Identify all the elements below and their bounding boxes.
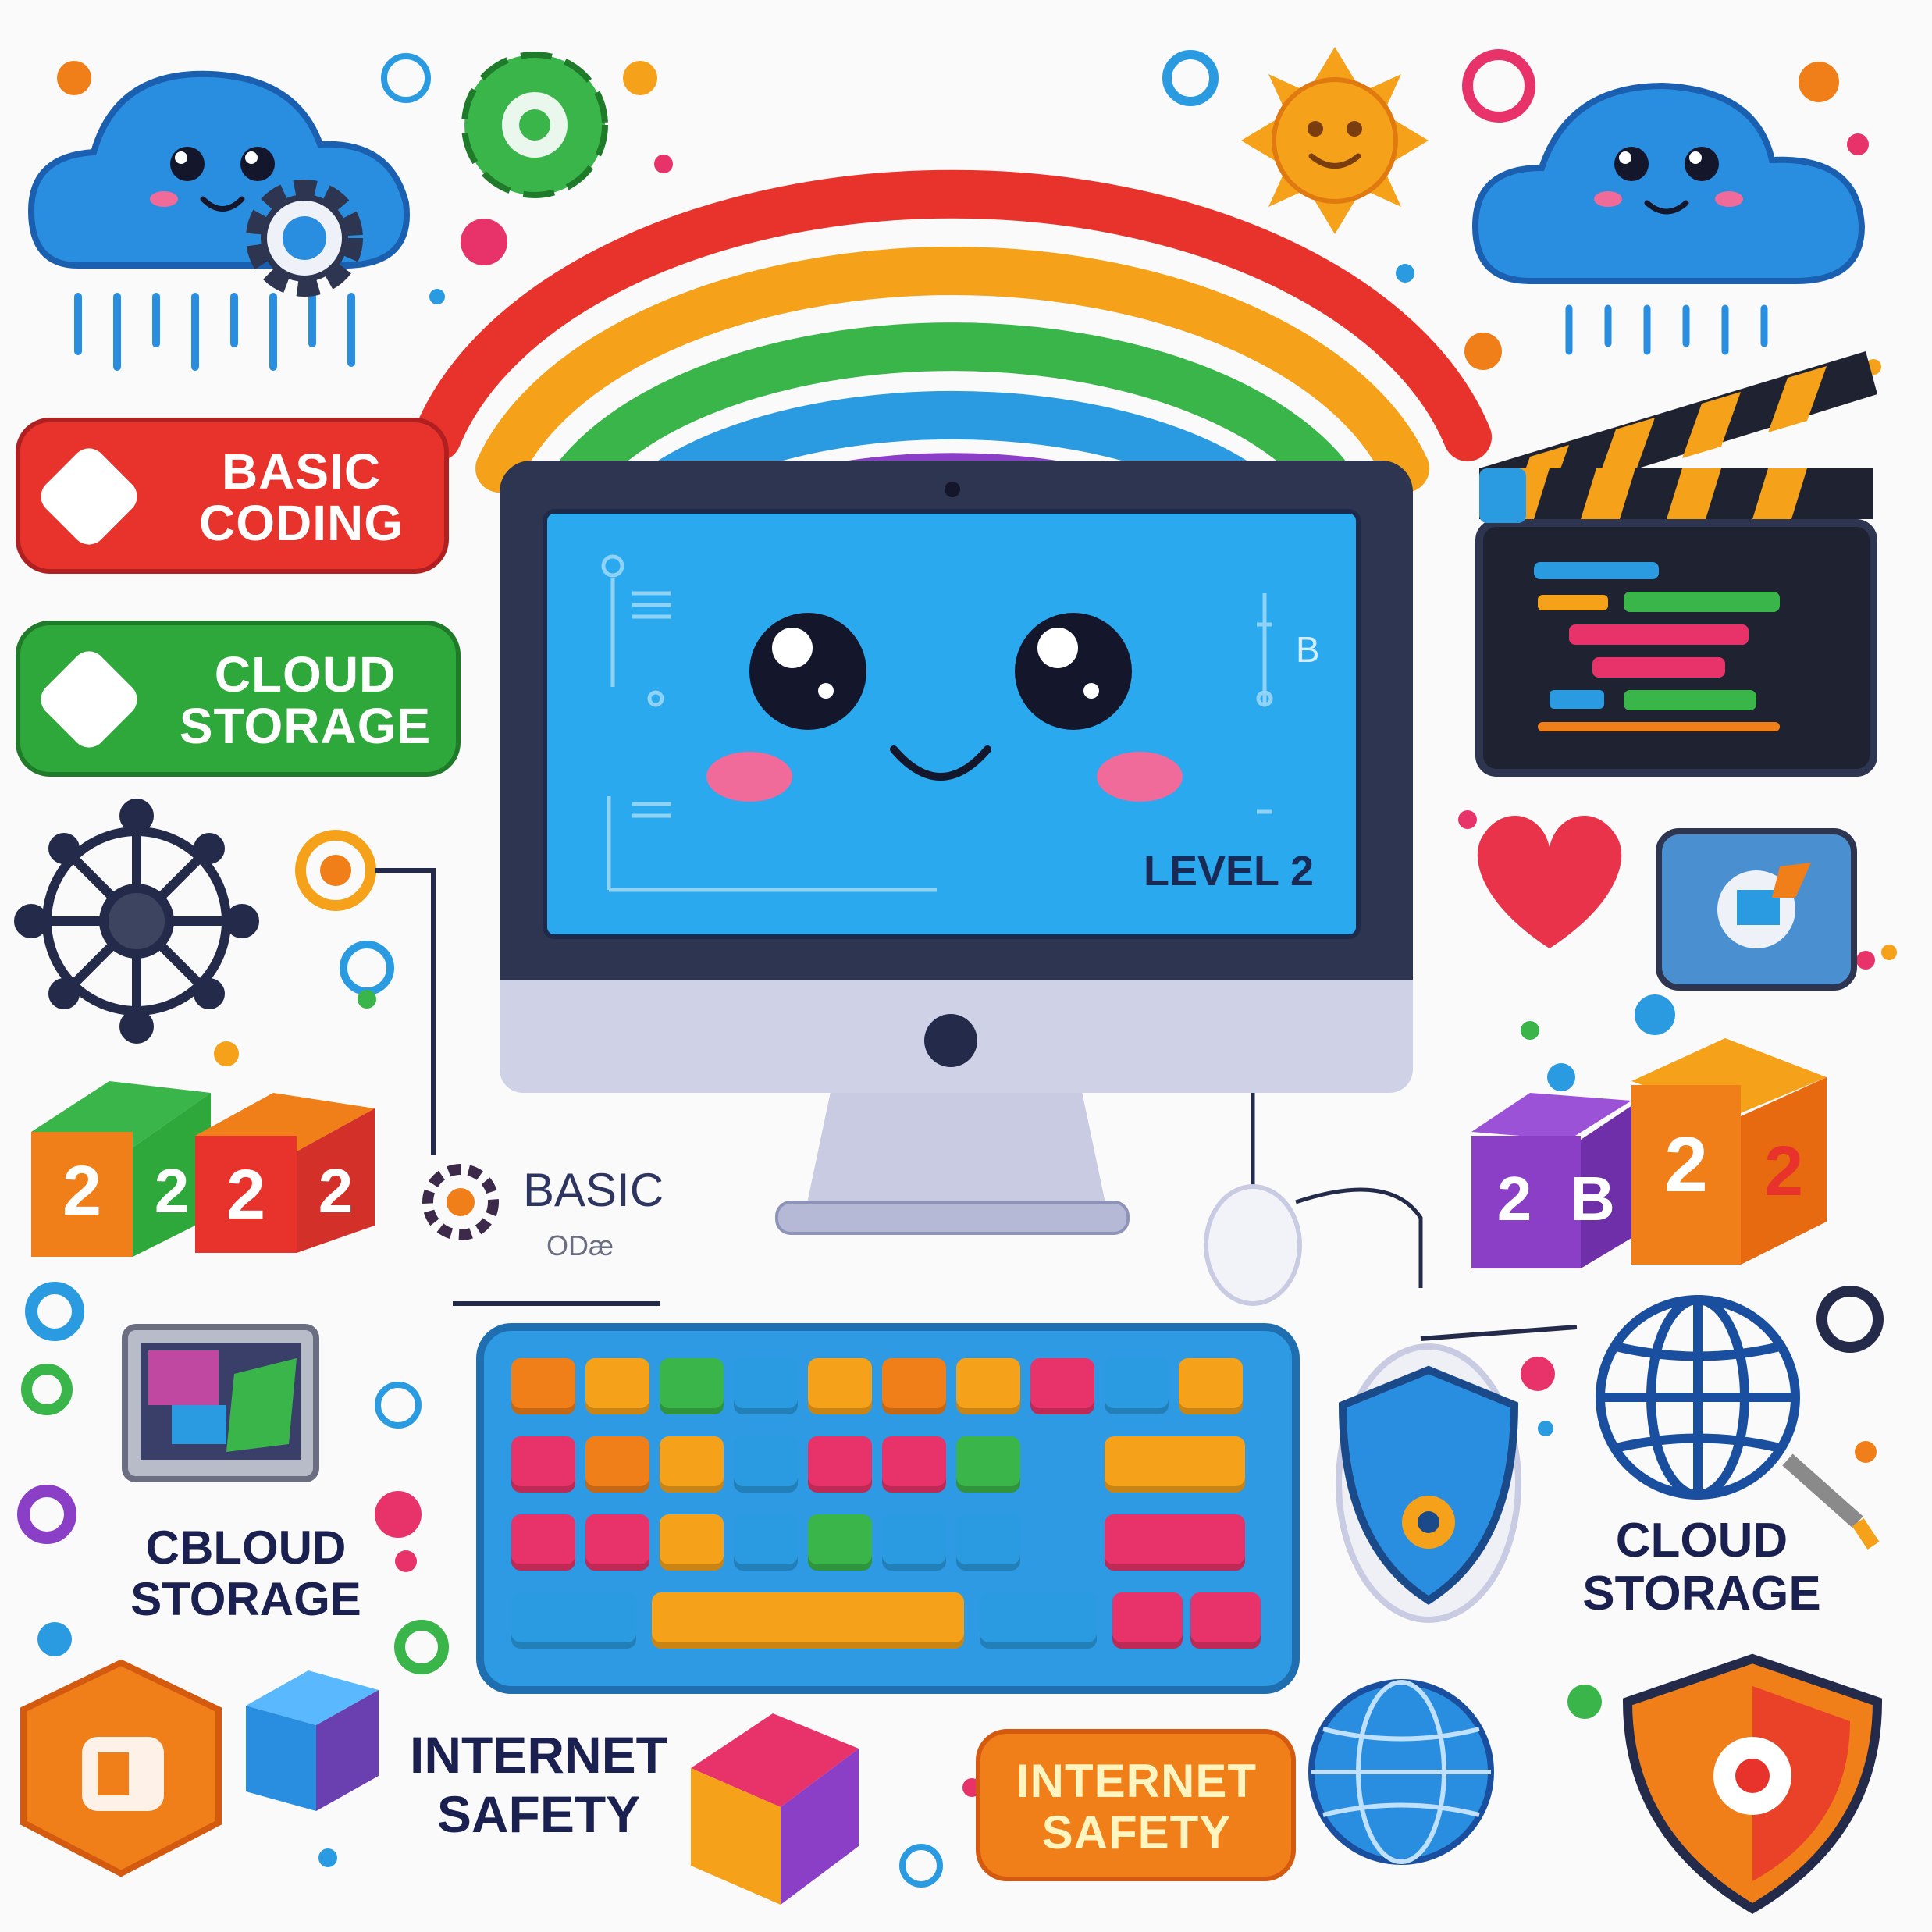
keyboard-key[interactable] (1105, 1436, 1245, 1493)
keyboard-key[interactable] (956, 1514, 1020, 1571)
cube-digit-left-2: 2 (154, 1156, 190, 1226)
keyboard-key[interactable] (660, 1514, 724, 1571)
keyboard-key[interactable] (511, 1592, 636, 1649)
shield-icon (1622, 1653, 1883, 1914)
keyboard-key[interactable] (808, 1514, 872, 1571)
keyboard-key[interactable] (1112, 1592, 1183, 1649)
globe-bottom-icon (1308, 1679, 1494, 1865)
cube-digit-left-3: 2 (226, 1156, 266, 1234)
keyboard-key[interactable] (660, 1436, 724, 1493)
keyboard-key[interactable] (734, 1514, 798, 1571)
heart-icon (1477, 815, 1622, 948)
keyboard-key[interactable] (585, 1514, 649, 1571)
keyboard-key[interactable] (585, 1436, 649, 1493)
keyboard-key[interactable] (956, 1358, 1020, 1414)
keyboard-key[interactable] (1030, 1358, 1094, 1414)
keyboard-key[interactable] (511, 1358, 575, 1414)
color-cube-icon (691, 1713, 859, 1905)
keyboard-key[interactable] (734, 1436, 798, 1493)
keyboard-keys (511, 1358, 1265, 1663)
basic-coding-button[interactable]: BASIC CODING (16, 418, 449, 574)
hex-shield-icon (20, 1659, 222, 1877)
keyboard-key[interactable] (585, 1358, 649, 1414)
tablet-icon (122, 1324, 319, 1482)
clapperboard-icon (1475, 351, 1877, 777)
odae-label: ODæ (546, 1229, 614, 1261)
cloud-mascot-right-icon (1471, 82, 1866, 355)
green-gear-icon (461, 52, 608, 198)
cube-digit-left-1: 2 (62, 1152, 102, 1230)
sun-mascot-icon (1241, 47, 1429, 234)
cbloud-storage-label: CBLOUD STORAGE (130, 1521, 361, 1625)
keyboard-key[interactable] (882, 1514, 946, 1571)
cloud-storage-button[interactable]: CLOUD STORAGE (16, 621, 461, 777)
cube-digit-right-1: 2 (1496, 1164, 1532, 1233)
cloud-storage-label: CLOUD STORAGE (179, 646, 432, 754)
cube-digit-right-3: 2 (1664, 1121, 1708, 1208)
puzzle-diamond-icon (34, 644, 144, 755)
cube-digit-right-4: 2 (1763, 1133, 1804, 1211)
keyboard-key[interactable] (808, 1436, 872, 1493)
basic-coding-label: BASIC CODING (199, 443, 404, 551)
internet-safety-left-label: INTERNET SAFETY (410, 1726, 667, 1843)
illustration-canvas: BASIC CODING CLOUD STORAGE INTERNET SAFE… (0, 0, 1932, 1932)
cube-digit-left-4: 2 (318, 1156, 354, 1226)
keyboard-key[interactable] (808, 1358, 872, 1414)
gear-icon (246, 180, 363, 297)
keyboard-key[interactable] (882, 1436, 946, 1493)
keyboard-key[interactable] (734, 1358, 798, 1414)
keyboard-key[interactable] (956, 1436, 1020, 1493)
keyboard-key[interactable] (511, 1514, 575, 1571)
keyboard-key[interactable] (1105, 1514, 1245, 1571)
keyboard-key[interactable] (1105, 1358, 1169, 1414)
screen-b-label: B (1296, 629, 1320, 670)
keyboard-key[interactable] (660, 1358, 724, 1414)
level-label: LEVEL 2 (1144, 848, 1315, 895)
photo-tile-icon (1656, 828, 1857, 991)
cloud-storage-right-label: CLOUD STORAGE (1582, 1514, 1821, 1621)
internet-safety-badge[interactable]: INTERNET SAFETY (976, 1729, 1296, 1881)
keyboard-key[interactable] (652, 1592, 964, 1649)
play-diamond-icon (34, 441, 144, 552)
keyboard-key[interactable] (882, 1358, 946, 1414)
cube-digit-right-2: B (1570, 1164, 1615, 1233)
basic-small-label: BASIC (523, 1164, 664, 1216)
keyboard-key[interactable] (1190, 1592, 1261, 1649)
network-wheel-icon (14, 799, 259, 1044)
keyboard-key[interactable] (511, 1436, 575, 1493)
keyboard-key[interactable] (1179, 1358, 1243, 1414)
internet-safety-badge-label: INTERNET SAFETY (1016, 1755, 1257, 1859)
keyboard-key[interactable] (980, 1592, 1097, 1649)
cube-icon (246, 1670, 379, 1811)
